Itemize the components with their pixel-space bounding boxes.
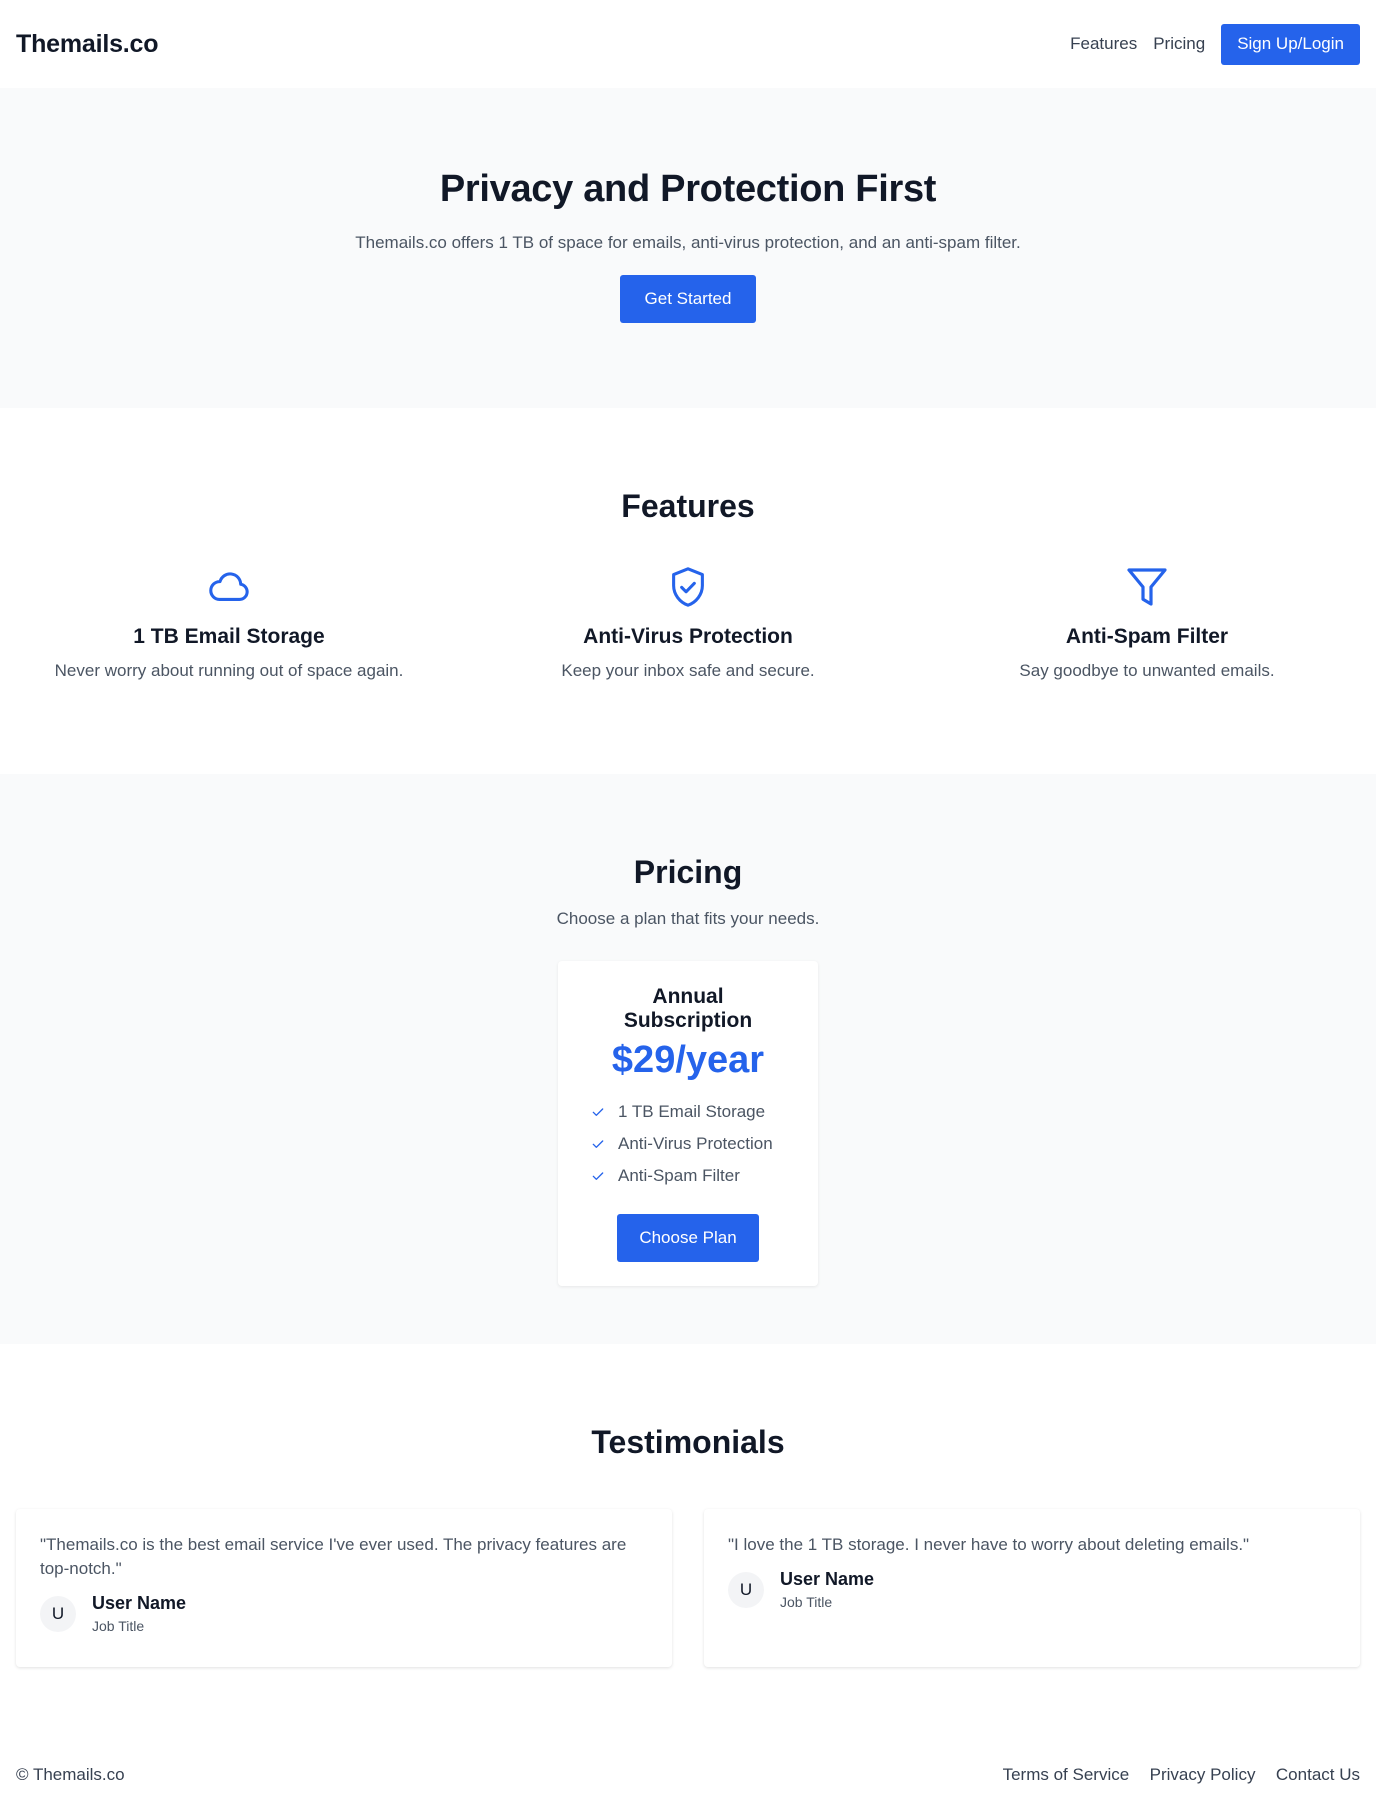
feature-title: 1 TB Email Storage: [133, 625, 325, 648]
feature-antispam: Anti-Spam Filter Say goodbye to unwanted…: [934, 563, 1360, 681]
copyright-text: © Themails.co: [16, 1765, 125, 1784]
testimonial-author: U User Name Job Title: [40, 1593, 648, 1634]
author-name: User Name: [92, 1593, 187, 1613]
hero-title: Privacy and Protection First: [439, 168, 937, 210]
feature-title: Anti-Spam Filter: [1065, 625, 1229, 648]
plan-feature-label: Anti-Virus Protection: [618, 1134, 773, 1153]
feature-text: Keep your inbox safe and secure.: [561, 661, 815, 680]
pricing-card: Annual Subscription $29/year 1 TB Email …: [558, 961, 818, 1286]
feature-text: Say goodbye to unwanted emails.: [1019, 661, 1275, 680]
contact-us-link[interactable]: Contact Us: [1276, 1765, 1360, 1784]
plan-feature-item: 1 TB Email Storage: [590, 1096, 786, 1128]
footer-links: Terms of Service Privacy Policy Contact …: [987, 1765, 1360, 1785]
pricing-subtitle: Choose a plan that fits your needs.: [556, 909, 820, 928]
testimonial-card: "I love the 1 TB storage. I never have t…: [704, 1509, 1360, 1667]
avatar: U: [40, 1595, 76, 1632]
plan-price: $29/year: [611, 1039, 765, 1081]
get-started-button[interactable]: Get Started: [620, 275, 756, 323]
check-icon: [590, 1136, 618, 1152]
testimonials-title: Testimonials: [591, 1424, 785, 1460]
terms-of-service-link[interactable]: Terms of Service: [1003, 1765, 1130, 1784]
features-list: 1 TB Email Storage Never worry about run…: [0, 563, 1376, 681]
pricing-section: Pricing Choose a plan that fits your nee…: [0, 774, 1376, 1344]
check-icon: [590, 1168, 618, 1184]
author-job-title: Job Title: [780, 1594, 833, 1610]
pricing-title: Pricing: [633, 854, 743, 890]
author-job-title: Job Title: [92, 1618, 145, 1634]
features-section: Features 1 TB Email Storage Never worry …: [0, 408, 1376, 774]
check-icon: [590, 1104, 618, 1120]
testimonial-quote: "I love the 1 TB storage. I never have t…: [728, 1535, 1250, 1554]
testimonial-quote: "Themails.co is the best email service I…: [40, 1535, 627, 1578]
testimonial-author: U User Name Job Title: [728, 1569, 1336, 1610]
hero-section: Privacy and Protection First Themails.co…: [0, 88, 1376, 408]
author-name: User Name: [780, 1569, 875, 1589]
site-header: Themails.co Features Pricing Sign Up/Log…: [0, 0, 1376, 88]
filter-icon: [934, 563, 1360, 611]
plan-name: Annual Subscription: [623, 985, 753, 1032]
site-footer: © Themails.co Terms of Service Privacy P…: [0, 1730, 1376, 1820]
brand-logo[interactable]: Themails.co: [16, 30, 158, 59]
plan-features: 1 TB Email Storage Anti-Virus Protection…: [590, 1096, 786, 1192]
shield-check-icon: [475, 563, 901, 611]
privacy-policy-link[interactable]: Privacy Policy: [1150, 1765, 1256, 1784]
feature-antivirus: Anti-Virus Protection Keep your inbox sa…: [475, 563, 901, 681]
testimonials-list: "Themails.co is the best email service I…: [0, 1509, 1376, 1667]
hero-subtitle: Themails.co offers 1 TB of space for ema…: [355, 233, 1021, 252]
choose-plan-button[interactable]: Choose Plan: [617, 1214, 759, 1262]
main-nav: Features Pricing Sign Up/Login: [1070, 23, 1360, 65]
testimonials-section: Testimonials "Themails.co is the best em…: [0, 1344, 1376, 1730]
feature-text: Never worry about running out of space a…: [54, 661, 404, 680]
feature-storage: 1 TB Email Storage Never worry about run…: [16, 563, 442, 681]
plan-feature-label: 1 TB Email Storage: [618, 1102, 766, 1121]
plan-feature-item: Anti-Spam Filter: [590, 1160, 786, 1192]
testimonial-card: "Themails.co is the best email service I…: [16, 1509, 672, 1667]
features-title: Features: [621, 488, 755, 524]
nav-link-pricing[interactable]: Pricing: [1153, 34, 1205, 54]
plan-feature-item: Anti-Virus Protection: [590, 1128, 786, 1160]
avatar: U: [728, 1571, 764, 1608]
feature-title: Anti-Virus Protection: [583, 625, 793, 648]
signup-login-button[interactable]: Sign Up/Login: [1221, 23, 1360, 65]
cloud-icon: [16, 563, 442, 611]
plan-feature-label: Anti-Spam Filter: [618, 1166, 740, 1185]
nav-link-features[interactable]: Features: [1070, 34, 1137, 54]
